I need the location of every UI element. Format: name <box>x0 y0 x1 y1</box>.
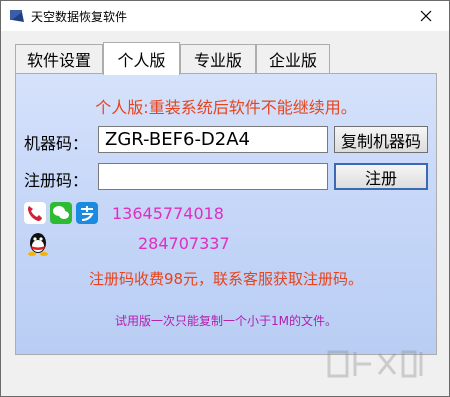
watermark-logo <box>325 346 435 390</box>
tab-label: 专业版 <box>193 51 242 70</box>
close-icon <box>420 7 432 26</box>
window-title: 天空数据恢复软件 <box>31 10 128 24</box>
tab-label: 企业版 <box>268 51 317 70</box>
phone-number: 13645774018 <box>112 204 224 223</box>
personal-panel: 个人版:重装系统后软件不能继续用。 机器码： 复制机器码 注册码： 注册 <box>15 73 437 355</box>
close-button[interactable] <box>403 1 449 31</box>
reg-code-field[interactable] <box>98 163 328 190</box>
tab-settings[interactable]: 软件设置 <box>15 44 103 73</box>
copy-machine-code-button[interactable]: 复制机器码 <box>334 126 428 153</box>
app-icon <box>9 8 25 24</box>
phone-icon <box>24 202 46 224</box>
tab-label: 个人版 <box>117 51 166 70</box>
app-window: 天空数据恢复软件 软件设置 个人版 专业版 企业版 个人版:重装系统后软件不能继… <box>0 0 450 397</box>
machine-code-field[interactable] <box>98 126 328 153</box>
tab-enterprise[interactable]: 企业版 <box>256 44 330 73</box>
tab-professional[interactable]: 专业版 <box>180 44 256 73</box>
qq-number: 284707337 <box>138 234 230 253</box>
tab-personal[interactable]: 个人版 <box>103 42 180 75</box>
notice-text: 个人版:重装系统后软件不能继续用。 <box>95 98 357 117</box>
tab-label: 软件设置 <box>26 51 91 70</box>
title-bar: 天空数据恢复软件 <box>1 1 449 31</box>
qq-icon <box>25 231 51 257</box>
fee-text: 注册码收费98元，联系客服获取注册码。 <box>88 270 364 288</box>
trial-text: 试用版一次只能复制一个小于1M的文件。 <box>115 314 337 328</box>
alipay-icon <box>76 202 98 224</box>
machine-code-label: 机器码： <box>24 134 89 153</box>
reg-code-label: 注册码： <box>24 171 89 190</box>
wechat-icon <box>50 202 72 224</box>
register-button[interactable]: 注册 <box>334 163 428 190</box>
